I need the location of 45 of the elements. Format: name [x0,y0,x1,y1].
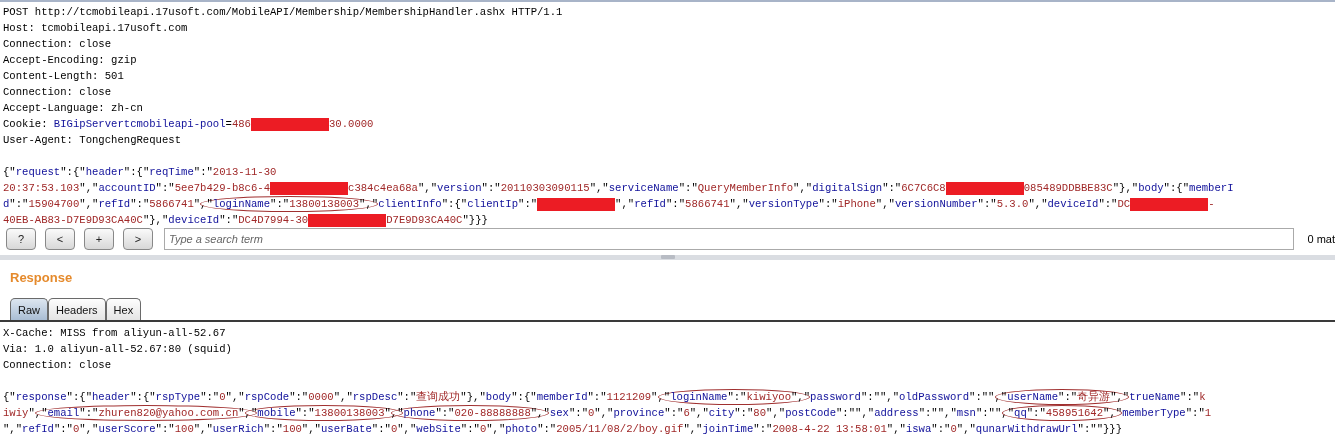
tab[interactable]: Raw [10,298,48,320]
code-text: 20:37:53.103","accountID":"5ee7b429-b8c6-4 [3,181,271,195]
code-text: {"response":{"header":{"rspType":"0","rspCode":"0000","rspDesc":"查询成功"},"body":{"memberId":"1121209", [3,390,664,404]
code-text: Host: tcmobileapi.17usoft.com [3,21,188,35]
code-text: iwiy", [3,406,42,420]
code-text: c384c4ea68a","version":"20110303090115","serviceName":"QueryMemberInfo","digitalSign":"6C7C6C8 [348,181,946,195]
toolbar-button[interactable]: > [123,228,153,250]
tab[interactable]: Hex [105,298,142,320]
code-text: 085489DDBBE83C"},"body":{"memberI [1023,181,1234,195]
code-text: "memberType":"1 [1115,406,1212,420]
grip-icon[interactable] [660,255,675,259]
code-text: Via: 1.0 aliyun-all-52.67:80 (squid) [3,342,232,356]
code-text: Content-Length: 501 [3,69,124,83]
match-count: 0 mat [1307,233,1335,245]
code-text: "sex":"0","province":"6","city":"80","postCode":"","address":"","msn":"", [543,406,1008,420]
code-text: D7E9D93CA40C"}}} [386,213,488,227]
cookie-value: 30.0000 [328,117,374,131]
toolbar-button[interactable]: < [45,228,75,250]
code-text: Cookie: [3,117,49,131]
cookie-name: BIGipServertcmobileapi-pool [53,117,226,131]
code-text: Accept-Language: zh-cn [3,101,143,115]
code-text: "trueName":"k [1122,390,1206,404]
code-text: = [225,117,232,131]
tab[interactable]: Headers [48,298,106,320]
code-text: Connection: close [3,85,112,99]
code-text: ","refId":"5866741","versionType":"iPhone","versionNumber":"5.3.0","deviceId":"DC [615,197,1131,211]
code-text: - [1208,197,1215,211]
section-title: Response [9,269,74,286]
code-text: ","refId":"0","userScore":"100","userRich":"100","userBate":"0","webSite":"0","photo":"2005/11/08/2/boy.gif","joinTime":"2008-4-22 13:58:01","iswa":"0","qunarWithdrawUrl":""}}} [3,422,1123,436]
code-text: POST http://tcmobileapi.17usoft.com/MobileAPI/Membership/MembershipHandler.ashx HTTP/1.1 [3,5,563,19]
code-text: {"request":{"header":{"reqTime":"2013-11-30 [3,165,277,179]
code-text: Connection: close [3,358,112,372]
code-text: User-Agent: TongchengRequest [3,133,181,147]
toolbar-button[interactable]: ? [6,228,36,250]
code-text: 40EB-AB83-D7E9D93CA40C"},"deviceId":"DC4D7994-30 [3,213,309,227]
splitter-bar[interactable] [0,255,1335,260]
code-text: "password":"","oldPassword":"", [803,390,1001,404]
cookie-value: 486 [231,117,251,131]
code-text: X-Cache: MISS from aliyun-all-52.67 [3,326,226,340]
search-field[interactable]: Type a search term [164,228,1294,250]
code-text: d":"15904700","refId":"5866741", [3,197,207,211]
code-text: Accept-Encoding: gzip [3,53,137,67]
code-text: "clientInfo":{"clientIp":" [371,197,538,211]
toolbar-button[interactable]: + [84,228,114,250]
code-text: Connection: close [3,37,112,51]
